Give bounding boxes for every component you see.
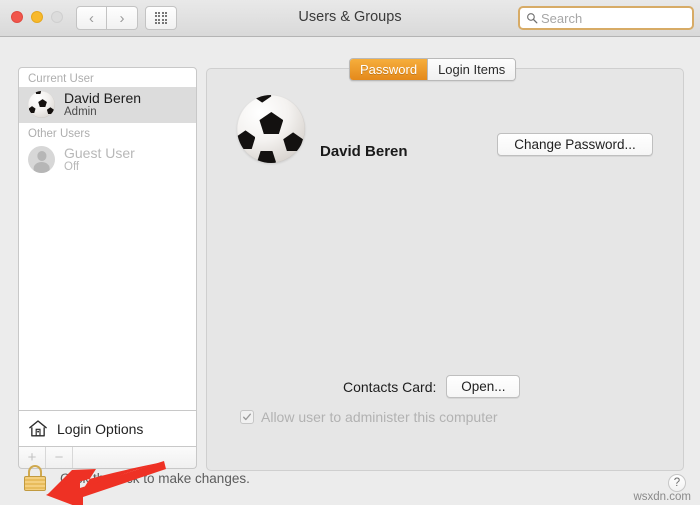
user-name: Guest User [64, 144, 135, 161]
contacts-card-label: Contacts Card: [343, 378, 437, 395]
user-list-item-text: Guest User Off [64, 145, 135, 174]
tab-password[interactable]: Password [350, 59, 429, 80]
user-list-item-text: David Beren Admin [64, 90, 141, 119]
account-name: David Beren [320, 143, 408, 160]
system-preferences-window: ‹ › Users & Groups Search Current User D… [0, 0, 700, 505]
question-mark-icon: ? [673, 477, 681, 489]
window-titlebar: ‹ › Users & Groups Search [0, 0, 700, 37]
padlock-closed-icon[interactable] [24, 465, 46, 491]
user-name: David Beren [64, 89, 142, 106]
soccer-ball-avatar-icon [28, 91, 55, 118]
search-input[interactable]: Search [518, 6, 694, 30]
user-status: Off [64, 160, 80, 173]
group-header-current-user: Current User [28, 73, 94, 85]
allow-admin-label: Allow user to administer this computer [261, 409, 498, 425]
user-role: Admin [64, 105, 97, 118]
login-options-button[interactable]: Login Options [18, 411, 197, 447]
lock-row[interactable]: Click the lock to make changes. [24, 465, 250, 491]
change-password-label: Change Password... [514, 137, 636, 152]
watermark: wsxdn.com [633, 491, 691, 503]
person-silhouette-avatar-icon [28, 146, 55, 173]
group-header-other-users: Other Users [28, 128, 90, 140]
allow-admin-checkbox-row: Allow user to administer this computer [240, 409, 498, 425]
checkmark-icon [243, 413, 251, 421]
user-list-item-david-beren[interactable]: David Beren Admin [19, 87, 196, 123]
lock-hint-text: Click the lock to make changes. [60, 470, 250, 486]
open-contacts-card-button[interactable]: Open... [446, 375, 521, 398]
login-options-label: Login Options [57, 420, 144, 437]
change-password-button[interactable]: Change Password... [497, 133, 653, 156]
open-contacts-card-label: Open... [461, 379, 506, 394]
allow-admin-checkbox [240, 410, 254, 424]
help-button[interactable]: ? [668, 474, 686, 492]
house-icon [29, 420, 47, 437]
tab-bar: Password Login Items [349, 58, 517, 81]
tab-login-items-label: Login Items [438, 62, 506, 77]
tab-login-items[interactable]: Login Items [428, 59, 516, 80]
tab-password-label: Password [360, 62, 418, 77]
search-icon [527, 13, 538, 24]
user-list-item-guest-user[interactable]: Guest User Off [19, 142, 196, 178]
search-placeholder: Search [541, 10, 583, 26]
contacts-card-row: Contacts Card: Open... [343, 375, 521, 398]
user-list: Current User David Beren Admin Other Use… [18, 67, 197, 411]
user-avatar[interactable] [237, 95, 305, 163]
preferences-content: Current User David Beren Admin Other Use… [0, 37, 700, 505]
password-pane: David Beren Change Password... Contacts … [206, 68, 684, 471]
